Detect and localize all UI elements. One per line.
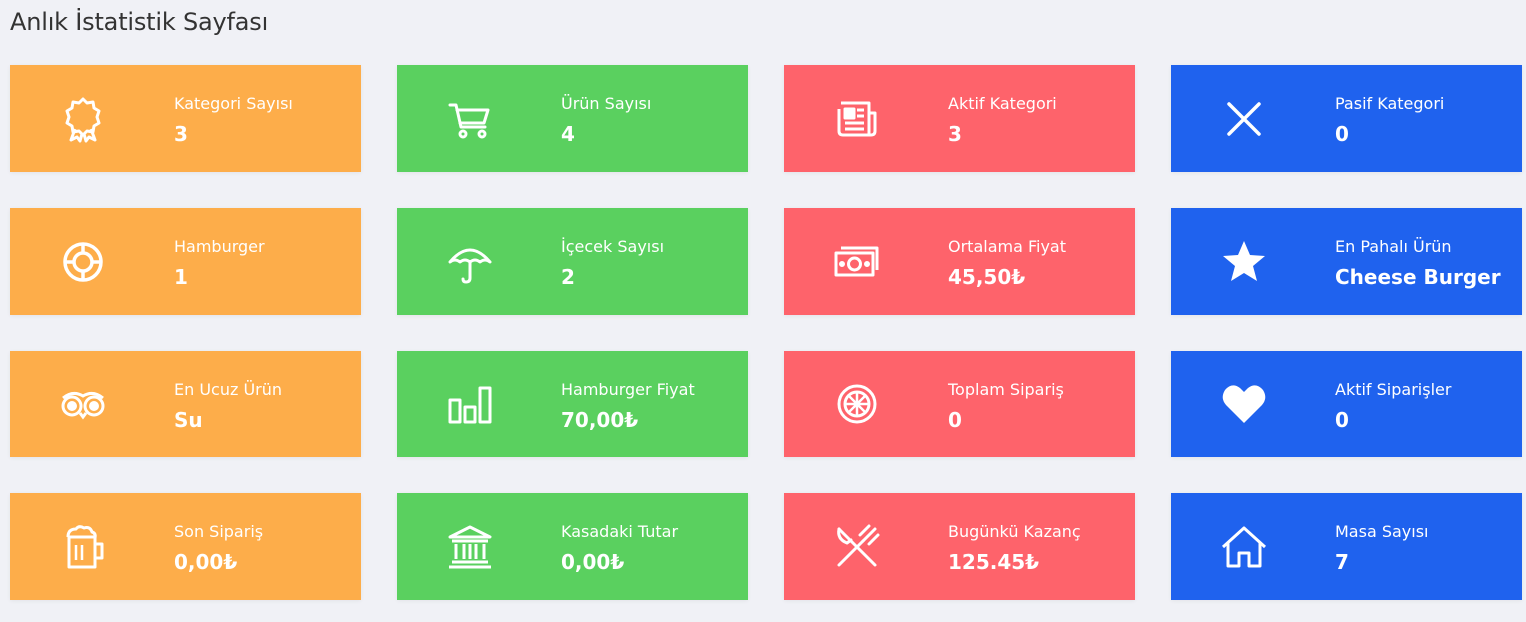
stat-value: 0: [1335, 408, 1349, 432]
stat-card-masa-sayisi: Masa Sayısı 7: [1171, 493, 1522, 600]
stat-card-en-ucuz-urun: En Ucuz Ürün Su: [10, 351, 361, 457]
stat-card-kasadaki-tutar: Kasadaki Tutar 0,00₺: [397, 493, 748, 600]
stat-label: Masa Sayısı: [1335, 522, 1429, 541]
stat-label: Hamburger Fiyat: [561, 380, 695, 399]
stat-label: Aktif Siparişler: [1335, 380, 1452, 399]
stat-value: 4: [561, 122, 575, 146]
stat-card-bugunku-kazanc: Bugünkü Kazanç 125.45₺: [784, 493, 1135, 600]
owl-icon: [57, 378, 109, 430]
stat-value: 1: [174, 265, 188, 289]
stat-value: Su: [174, 408, 203, 432]
stat-label: Ortalama Fiyat: [948, 237, 1067, 256]
stat-value: 7: [1335, 550, 1349, 574]
stat-label: Hamburger: [174, 237, 265, 256]
close-icon: [1218, 93, 1270, 145]
stat-card-son-siparis: Son Sipariş 0,00₺: [10, 493, 361, 600]
beer-mug-icon: [57, 521, 109, 573]
stat-label: Bugünkü Kazanç: [948, 522, 1081, 541]
stat-card-pasif-kategori: Pasif Kategori 0: [1171, 65, 1522, 172]
stat-value: 3: [174, 122, 188, 146]
stat-card-urun-sayisi: Ürün Sayısı 4: [397, 65, 748, 172]
stat-card-hamburger-fiyat: Hamburger Fiyat 70,00₺: [397, 351, 748, 457]
stat-label: Ürün Sayısı: [561, 94, 652, 113]
cutlery-icon: [831, 521, 883, 573]
stat-card-aktif-siparisler: Aktif Siparişler 0: [1171, 351, 1522, 457]
stat-value: 70,00₺: [561, 408, 639, 432]
stat-label: Aktif Kategori: [948, 94, 1057, 113]
money-icon: [831, 236, 883, 288]
stats-grid: Kategori Sayısı 3 Ürün Sayısı 4 Aktif Ka…: [10, 65, 1522, 600]
stat-label: Pasif Kategori: [1335, 94, 1445, 113]
star-icon: [1218, 236, 1270, 288]
stat-value: 0,00₺: [561, 550, 625, 574]
stat-value: 3: [948, 122, 962, 146]
stat-value: Cheese Burger: [1335, 265, 1501, 289]
heart-icon: [1218, 378, 1270, 430]
page-title: Anlık İstatistik Sayfası: [10, 8, 269, 36]
stat-card-kategori-sayisi: Kategori Sayısı 3: [10, 65, 361, 172]
stat-label: Kategori Sayısı: [174, 94, 293, 113]
stat-label: Toplam Sipariş: [948, 380, 1064, 399]
stat-value: 125.45₺: [948, 550, 1040, 574]
stat-card-ortalama-fiyat: Ortalama Fiyat 45,50₺: [784, 208, 1135, 315]
stat-value: 45,50₺: [948, 265, 1026, 289]
stat-card-en-pahali-urun: En Pahalı Ürün Cheese Burger: [1171, 208, 1522, 315]
cart-icon: [444, 93, 496, 145]
stat-value: 0,00₺: [174, 550, 238, 574]
stat-value: 0: [948, 408, 962, 432]
stat-label: Kasadaki Tutar: [561, 522, 679, 541]
stat-card-icecek-sayisi: İçecek Sayısı 2: [397, 208, 748, 315]
stat-label: En Ucuz Ürün: [174, 380, 283, 399]
home-icon: [1218, 521, 1270, 573]
stat-card-aktif-kategori: Aktif Kategori 3: [784, 65, 1135, 172]
stat-card-hamburger: Hamburger 1: [10, 208, 361, 315]
umbrella-icon: [444, 236, 496, 288]
stat-label: Son Sipariş: [174, 522, 264, 541]
stat-value: 0: [1335, 122, 1349, 146]
bar-chart-icon: [444, 378, 496, 430]
award-icon: [57, 93, 109, 145]
lifebuoy-icon: [57, 236, 109, 288]
stat-card-toplam-siparis: Toplam Sipariş 0: [784, 351, 1135, 457]
stat-value: 2: [561, 265, 575, 289]
stat-label: İçecek Sayısı: [561, 237, 665, 256]
bank-icon: [444, 521, 496, 573]
newspaper-icon: [831, 93, 883, 145]
stat-label: En Pahalı Ürün: [1335, 237, 1452, 256]
lemon-icon: [831, 378, 883, 430]
